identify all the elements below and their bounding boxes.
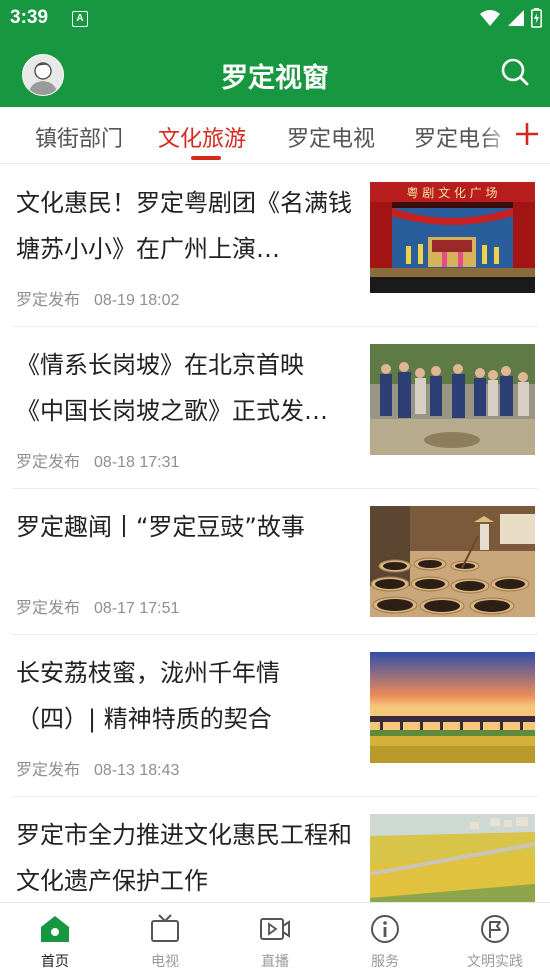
live-video-icon — [260, 918, 290, 940]
list-item[interactable]: 长安荔枝蜜，泷州千年情（四）| 精神特质的契合 罗定发布 08-13 18:43 — [12, 634, 538, 797]
info-icon — [371, 915, 399, 943]
active-tab-indicator — [191, 156, 221, 160]
article-time: 08-18 17:31 — [94, 454, 180, 471]
article-meta: 罗定发布 08-18 17:31 — [16, 448, 179, 472]
status-time: 3:39 — [10, 7, 49, 28]
battery-icon — [531, 8, 542, 28]
nav-live[interactable]: 直播 — [220, 903, 330, 980]
status-bar: 3:39 A — [0, 0, 550, 36]
wifi-icon — [480, 10, 500, 26]
article-thumbnail — [370, 344, 535, 455]
article-source: 罗定发布 — [16, 762, 81, 779]
bottom-navigation: 首页 电视 直播 服务 文明实践 — [0, 902, 550, 980]
nav-label: 服务 — [371, 954, 399, 970]
tv-icon — [151, 914, 179, 942]
signal-icon — [508, 10, 524, 26]
list-item[interactable]: 文化惠民！罗定粤剧团《名满钱塘苏小小》在广州上演… 罗定发布 08-19 18:0… — [12, 164, 538, 327]
nav-home[interactable]: 首页 — [0, 903, 110, 980]
sunset-bridge-image — [370, 652, 535, 763]
list-item[interactable]: 罗定趣闻丨“罗定豆豉”故事 罗定发布 08-17 17:51 — [12, 488, 538, 635]
article-source: 罗定发布 — [16, 454, 81, 471]
article-thumbnail: 粤 剧 文 化 广 场 — [370, 182, 535, 293]
article-meta: 罗定发布 08-19 18:02 — [16, 286, 179, 310]
nav-label: 文明实践 — [467, 954, 523, 970]
opera-stage-image: 粤 剧 文 化 广 场 — [370, 182, 535, 293]
article-meta: 罗定发布 08-13 18:43 — [16, 756, 179, 780]
article-title: 罗定市全力推进文化惠民工程和文化遗产保护工作 — [16, 821, 352, 895]
list-item[interactable]: 罗定市全力推进文化惠民工程和文化遗产保护工作 — [12, 796, 538, 902]
flag-badge-icon — [481, 915, 509, 943]
nav-civilization-practice[interactable]: 文明实践 — [440, 903, 550, 980]
article-time: 08-13 18:43 — [94, 762, 180, 779]
tab-town-departments[interactable]: 镇街部门 — [35, 121, 123, 153]
search-button[interactable] — [500, 57, 530, 87]
article-title: 罗定趣闻丨“罗定豆豉”故事 — [16, 513, 305, 541]
home-icon — [41, 916, 69, 942]
add-channel-button[interactable] — [510, 117, 544, 151]
app-bar: 罗定视窗 — [0, 36, 550, 107]
aerial-fields-image — [370, 814, 535, 902]
search-icon — [501, 58, 529, 86]
crowd-photo-image — [370, 344, 535, 455]
article-title: 长安荔枝蜜，泷州千年情（四）| 精神特质的契合 — [16, 659, 280, 733]
nav-label: 直播 — [261, 954, 289, 970]
app-title: 罗定视窗 — [221, 63, 329, 94]
article-thumbnail — [370, 506, 535, 617]
thumb-banner-text: 粤 剧 文 化 广 场 — [406, 185, 497, 200]
article-title: 《情系长岗坡》在北京首映 《中国长岗坡之歌》正式发… — [16, 351, 328, 425]
article-title: 文化惠民！罗定粤剧团《名满钱塘苏小小》在广州上演… — [16, 189, 352, 263]
article-time: 08-19 18:02 — [94, 292, 180, 309]
bean-drying-image — [370, 506, 535, 617]
tab-fade — [482, 107, 512, 163]
category-tabs: 镇街部门 文化旅游 罗定电视 罗定电台 — [0, 107, 550, 164]
article-source: 罗定发布 — [16, 600, 81, 617]
nav-label: 首页 — [41, 954, 69, 970]
nav-service[interactable]: 服务 — [330, 903, 440, 980]
article-source: 罗定发布 — [16, 292, 81, 309]
nav-tv[interactable]: 电视 — [110, 903, 220, 980]
article-thumbnail — [370, 652, 535, 763]
list-item[interactable]: 《情系长岗坡》在北京首映 《中国长岗坡之歌》正式发… 罗定发布 08-18 17:… — [12, 326, 538, 489]
article-time: 08-17 17:51 — [94, 600, 180, 617]
tab-luoding-tv[interactable]: 罗定电视 — [287, 121, 375, 153]
plus-icon — [516, 123, 538, 145]
tab-culture-tourism[interactable]: 文化旅游 — [158, 121, 246, 153]
nav-label: 电视 — [151, 954, 179, 970]
article-meta: 罗定发布 08-17 17:51 — [16, 594, 179, 618]
system-icons — [479, 8, 542, 28]
notification-badge-icon: A — [72, 11, 88, 27]
news-feed[interactable]: 文化惠民！罗定粤剧团《名满钱塘苏小小》在广州上演… 罗定发布 08-19 18:0… — [0, 164, 550, 902]
article-thumbnail — [370, 814, 535, 902]
